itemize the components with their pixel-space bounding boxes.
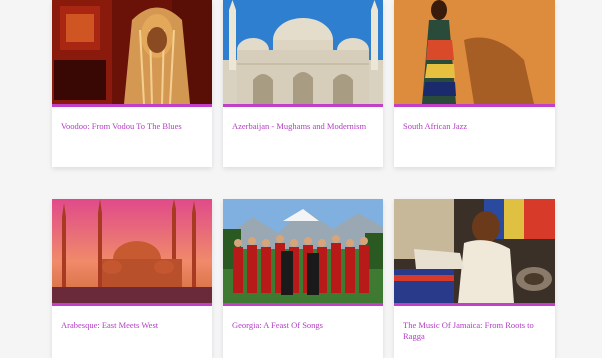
card-title[interactable]: Azerbaijan - Mughams and Modernism (223, 107, 383, 132)
page: Voodoo: From Vodou To The Blues Azerbaij… (0, 0, 602, 358)
card-title[interactable]: Arabesque: East Meets West (52, 306, 212, 331)
card-georgia[interactable]: Georgia: A Feast Of Songs (223, 199, 383, 358)
blue-mosque-photo-icon[interactable] (52, 199, 212, 306)
jamaican-musician-photo-icon[interactable] (394, 199, 555, 306)
card-title[interactable]: Voodoo: From Vodou To The Blues (52, 107, 212, 132)
card-grid-row-1: Voodoo: From Vodou To The Blues Azerbaij… (52, 0, 555, 167)
card-arabesque[interactable]: Arabesque: East Meets West (52, 199, 212, 358)
voodoo-photo-icon[interactable] (52, 0, 212, 107)
card-jamaica[interactable]: The Music Of Jamaica: From Roots to Ragg… (394, 199, 555, 358)
card-grid-row-2: Arabesque: East Meets West Georgia: A Fe… (52, 199, 555, 358)
mosque-photo-icon[interactable] (223, 0, 383, 107)
card-title[interactable]: The Music Of Jamaica: From Roots to Ragg… (394, 306, 555, 342)
card-title[interactable]: South African Jazz (394, 107, 555, 132)
georgian-choir-photo-icon[interactable] (223, 199, 383, 306)
card-title[interactable]: Georgia: A Feast Of Songs (223, 306, 383, 331)
card-south-african-jazz[interactable]: South African Jazz (394, 0, 555, 167)
card-voodoo[interactable]: Voodoo: From Vodou To The Blues (52, 0, 212, 167)
african-woman-photo-icon[interactable] (394, 0, 555, 107)
card-azerbaijan[interactable]: Azerbaijan - Mughams and Modernism (223, 0, 383, 167)
